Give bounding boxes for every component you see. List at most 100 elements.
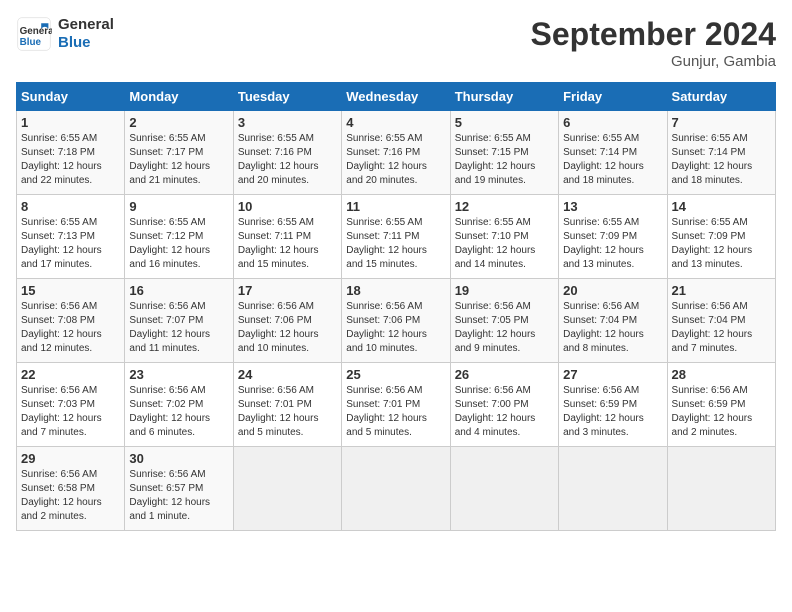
cell-sun-info: Sunrise: 6:55 AMSunset: 7:15 PMDaylight:… <box>455 132 554 188</box>
cell-sun-info: Sunrise: 6:56 AMSunset: 7:04 PMDaylight:… <box>672 300 771 356</box>
calendar-row-2: 8 Sunrise: 6:55 AMSunset: 7:13 PMDaylight… <box>17 195 776 279</box>
col-thursday: Thursday <box>450 83 558 111</box>
day-number: 15 <box>21 283 120 298</box>
calendar-cell-8: 8 Sunrise: 6:55 AMSunset: 7:13 PMDaylight… <box>17 195 125 279</box>
day-number: 14 <box>672 199 771 214</box>
day-number: 22 <box>21 367 120 382</box>
calendar-header-row: Sunday Monday Tuesday Wednesday Thursday… <box>17 83 776 111</box>
day-number: 5 <box>455 115 554 130</box>
calendar-cell-14: 14 Sunrise: 6:55 AMSunset: 7:09 PMDayligh… <box>667 195 775 279</box>
cell-sun-info: Sunrise: 6:56 AMSunset: 7:00 PMDaylight:… <box>455 384 554 440</box>
day-number: 9 <box>129 199 228 214</box>
logo-general: General <box>58 16 114 34</box>
calendar-row-3: 15 Sunrise: 6:56 AMSunset: 7:08 PMDayligh… <box>17 279 776 363</box>
day-number: 12 <box>455 199 554 214</box>
calendar-cell-6: 6 Sunrise: 6:55 AMSunset: 7:14 PMDaylight… <box>559 111 667 195</box>
calendar-cell-18: 18Sunrise: 6:56 AMSunset: 7:06 PMDayligh… <box>342 279 450 363</box>
col-monday: Monday <box>125 83 233 111</box>
day-number: 3 <box>238 115 337 130</box>
cell-sun-info: Sunrise: 6:56 AMSunset: 7:05 PMDaylight:… <box>455 300 554 356</box>
cell-sun-info: Sunrise: 6:55 AMSunset: 7:16 PMDaylight:… <box>346 132 445 188</box>
col-sunday: Sunday <box>17 83 125 111</box>
calendar-cell-12: 12 Sunrise: 6:55 AMSunset: 7:10 PMDayligh… <box>450 195 558 279</box>
calendar-cell-2: 2 Sunrise: 6:55 AMSunset: 7:17 PMDaylight… <box>125 111 233 195</box>
calendar-cell-4: 4Sunrise: 6:55 AMSunset: 7:16 PMDaylight… <box>342 111 450 195</box>
calendar-cell-15: 15 Sunrise: 6:56 AMSunset: 7:08 PMDayligh… <box>17 279 125 363</box>
cell-sun-info: Sunrise: 6:55 AMSunset: 7:11 PMDaylight:… <box>346 216 445 272</box>
cell-sun-info: Sunrise: 6:56 AMSunset: 7:02 PMDaylight:… <box>129 384 228 440</box>
day-number: 6 <box>563 115 662 130</box>
cell-sun-info: Sunrise: 6:56 AMSunset: 7:06 PMDaylight:… <box>346 300 445 356</box>
cell-sun-info: Sunrise: 6:56 AMSunset: 7:01 PMDaylight:… <box>238 384 337 440</box>
cell-sun-info: Sunrise: 6:55 AMSunset: 7:09 PMDaylight:… <box>563 216 662 272</box>
cell-sun-info: Sunrise: 6:56 AMSunset: 7:04 PMDaylight:… <box>563 300 662 356</box>
calendar-cell-17: 17Sunrise: 6:56 AMSunset: 7:06 PMDayligh… <box>233 279 341 363</box>
cell-sun-info: Sunrise: 6:56 AMSunset: 6:59 PMDaylight:… <box>563 384 662 440</box>
calendar-cell-1: 1Sunrise: 6:55 AMSunset: 7:18 PMDaylight… <box>17 111 125 195</box>
calendar-cell-24: 24 Sunrise: 6:56 AMSunset: 7:01 PMDayligh… <box>233 363 341 447</box>
day-number: 8 <box>21 199 120 214</box>
calendar-cell-11: 11 Sunrise: 6:55 AMSunset: 7:11 PMDayligh… <box>342 195 450 279</box>
cell-sun-info: Sunrise: 6:55 AMSunset: 7:14 PMDaylight:… <box>672 132 771 188</box>
day-number: 19 <box>455 283 554 298</box>
day-number: 24 <box>238 367 337 382</box>
col-wednesday: Wednesday <box>342 83 450 111</box>
logo-blue: Blue <box>58 34 114 52</box>
day-number: 10 <box>238 199 337 214</box>
day-number: 2 <box>129 115 228 130</box>
calendar-cell-16: 16Sunrise: 6:56 AMSunset: 7:07 PMDayligh… <box>125 279 233 363</box>
logo: General Blue General Blue <box>16 16 114 52</box>
calendar-cell-26: 26Sunrise: 6:56 AMSunset: 7:00 PMDayligh… <box>450 363 558 447</box>
calendar-cell-29: 29Sunrise: 6:56 AMSunset: 6:58 PMDayligh… <box>17 447 125 531</box>
calendar-table: Sunday Monday Tuesday Wednesday Thursday… <box>16 82 776 531</box>
calendar-cell-27: 27Sunrise: 6:56 AMSunset: 6:59 PMDayligh… <box>559 363 667 447</box>
calendar-cell-10: 10Sunrise: 6:55 AMSunset: 7:11 PMDayligh… <box>233 195 341 279</box>
svg-text:Blue: Blue <box>20 37 42 48</box>
cell-sun-info: Sunrise: 6:55 AMSunset: 7:16 PMDaylight:… <box>238 132 337 188</box>
calendar-cell-21: 21 Sunrise: 6:56 AMSunset: 7:04 PMDayligh… <box>667 279 775 363</box>
cell-sun-info: Sunrise: 6:56 AMSunset: 6:59 PMDaylight:… <box>672 384 771 440</box>
cell-sun-info: Sunrise: 6:55 AMSunset: 7:18 PMDaylight:… <box>21 132 120 188</box>
day-number: 13 <box>563 199 662 214</box>
cell-sun-info: Sunrise: 6:55 AMSunset: 7:10 PMDaylight:… <box>455 216 554 272</box>
calendar-cell-22: 22Sunrise: 6:56 AMSunset: 7:03 PMDayligh… <box>17 363 125 447</box>
col-saturday: Saturday <box>667 83 775 111</box>
calendar-cell-9: 9 Sunrise: 6:55 AMSunset: 7:12 PMDaylight… <box>125 195 233 279</box>
day-number: 23 <box>129 367 228 382</box>
cell-sun-info: Sunrise: 6:55 AMSunset: 7:12 PMDaylight:… <box>129 216 228 272</box>
cell-sun-info: Sunrise: 6:56 AMSunset: 6:57 PMDaylight:… <box>129 468 228 524</box>
calendar-cell-7: 7Sunrise: 6:55 AMSunset: 7:14 PMDaylight… <box>667 111 775 195</box>
calendar-cell-23: 23 Sunrise: 6:56 AMSunset: 7:02 PMDayligh… <box>125 363 233 447</box>
calendar-cell-13: 13 Sunrise: 6:55 AMSunset: 7:09 PMDayligh… <box>559 195 667 279</box>
calendar-cell-5: 5 Sunrise: 6:55 AMSunset: 7:15 PMDaylight… <box>450 111 558 195</box>
page-header: General Blue General Blue September 2024… <box>16 16 776 70</box>
calendar-body: 1Sunrise: 6:55 AMSunset: 7:18 PMDaylight… <box>17 111 776 531</box>
cell-sun-info: Sunrise: 6:56 AMSunset: 6:58 PMDaylight:… <box>21 468 120 524</box>
svg-text:General: General <box>20 26 52 37</box>
col-friday: Friday <box>559 83 667 111</box>
calendar-cell-empty-4-6 <box>667 447 775 531</box>
day-number: 25 <box>346 367 445 382</box>
cell-sun-info: Sunrise: 6:55 AMSunset: 7:17 PMDaylight:… <box>129 132 228 188</box>
cell-sun-info: Sunrise: 6:56 AMSunset: 7:08 PMDaylight:… <box>21 300 120 356</box>
day-number: 21 <box>672 283 771 298</box>
calendar-cell-empty-4-4 <box>450 447 558 531</box>
title-block: September 2024 Gunjur, Gambia <box>531 16 776 70</box>
cell-sun-info: Sunrise: 6:55 AMSunset: 7:14 PMDaylight:… <box>563 132 662 188</box>
calendar-cell-3: 3 Sunrise: 6:55 AMSunset: 7:16 PMDaylight… <box>233 111 341 195</box>
calendar-cell-empty-4-5 <box>559 447 667 531</box>
day-number: 11 <box>346 199 445 214</box>
logo-icon: General Blue <box>16 16 52 52</box>
calendar-row-5: 29Sunrise: 6:56 AMSunset: 6:58 PMDayligh… <box>17 447 776 531</box>
calendar-cell-empty-4-3 <box>342 447 450 531</box>
cell-sun-info: Sunrise: 6:56 AMSunset: 7:07 PMDaylight:… <box>129 300 228 356</box>
month-title: September 2024 <box>531 16 776 53</box>
cell-sun-info: Sunrise: 6:55 AMSunset: 7:13 PMDaylight:… <box>21 216 120 272</box>
cell-sun-info: Sunrise: 6:56 AMSunset: 7:01 PMDaylight:… <box>346 384 445 440</box>
calendar-cell-19: 19 Sunrise: 6:56 AMSunset: 7:05 PMDayligh… <box>450 279 558 363</box>
col-tuesday: Tuesday <box>233 83 341 111</box>
day-number: 17 <box>238 283 337 298</box>
calendar-cell-30: 30Sunrise: 6:56 AMSunset: 6:57 PMDayligh… <box>125 447 233 531</box>
calendar-cell-25: 25 Sunrise: 6:56 AMSunset: 7:01 PMDayligh… <box>342 363 450 447</box>
cell-sun-info: Sunrise: 6:55 AMSunset: 7:09 PMDaylight:… <box>672 216 771 272</box>
